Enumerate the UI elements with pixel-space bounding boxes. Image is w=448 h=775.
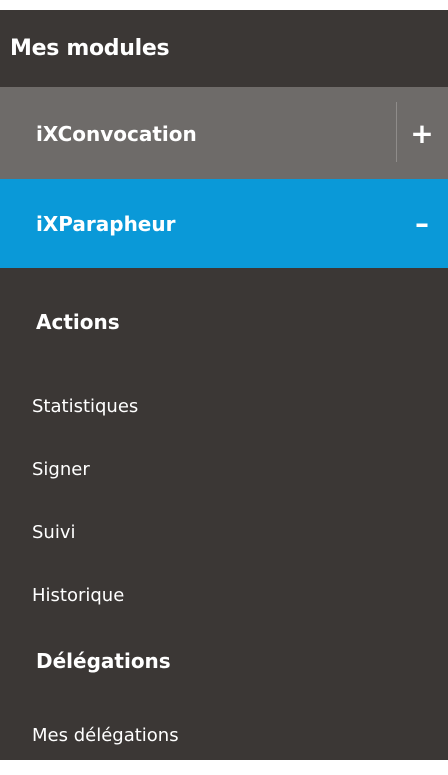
menu-item-suivi[interactable]: Suivi [0,501,448,564]
modules-sidebar: Mes modules iXConvocation + iXParapheur … [0,10,448,760]
collapse-minus-icon[interactable]: – [396,179,448,268]
module-ixparapheur[interactable]: iXParapheur – [0,179,448,268]
menu-item-historique[interactable]: Historique [0,564,448,627]
sidebar-title: Mes modules [0,10,448,88]
menu-item-statistiques[interactable]: Statistiques [0,375,448,438]
module-label-ixconvocation: iXConvocation [36,121,197,146]
menu-item-signer[interactable]: Signer [0,438,448,501]
section-title-delegations: Délégations [36,649,171,673]
menu-item-mes-delegations[interactable]: Mes délégations [0,695,448,775]
section-title-actions: Actions [36,309,120,334]
expand-plus-icon[interactable]: + [396,88,448,179]
module-ixconvocation[interactable]: iXConvocation + [0,88,448,179]
module-label-ixparapheur: iXParapheur [36,211,176,236]
